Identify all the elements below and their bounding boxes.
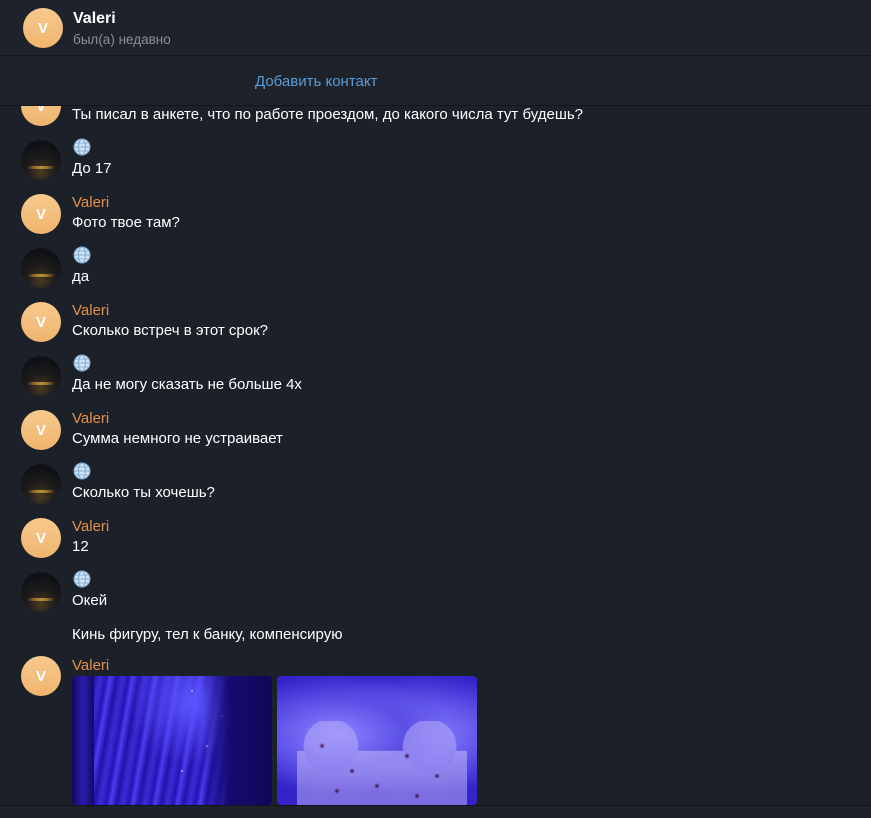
avatar[interactable] bbox=[21, 356, 61, 396]
message-text: Сколько ты хочешь? bbox=[72, 484, 215, 501]
message-text: 12 bbox=[72, 538, 89, 555]
avatar[interactable]: V bbox=[21, 194, 61, 234]
message-text: Ты писал в анкете, что по работе проездо… bbox=[72, 106, 584, 123]
sender-name[interactable]: Valeri bbox=[72, 194, 109, 211]
avatar[interactable]: V bbox=[21, 410, 61, 450]
avatar[interactable] bbox=[21, 248, 61, 288]
add-contact-bar: Добавить контакт bbox=[0, 56, 871, 106]
message-text: Сколько встреч в этот срок? bbox=[72, 322, 269, 339]
avatar[interactable] bbox=[21, 572, 61, 612]
avatar[interactable]: V bbox=[21, 302, 61, 342]
composer-bar bbox=[0, 805, 871, 818]
avatar[interactable]: V bbox=[23, 8, 63, 48]
globe-icon bbox=[73, 138, 91, 156]
message-text: Фото твое там? bbox=[72, 214, 180, 231]
sender-name[interactable]: Valeri bbox=[72, 302, 109, 319]
globe-icon bbox=[73, 570, 91, 588]
contact-status: был(а) недавно bbox=[73, 32, 171, 47]
sender-name[interactable]: Valeri bbox=[72, 657, 109, 674]
globe-icon bbox=[73, 354, 91, 372]
message-list: V Ты писал в анкете, что по работе проез… bbox=[0, 106, 871, 805]
message-text: Окей bbox=[72, 592, 108, 609]
avatar[interactable]: V bbox=[21, 106, 61, 126]
sender-name[interactable]: Valeri bbox=[72, 410, 109, 427]
message-text: да bbox=[72, 268, 90, 285]
add-contact-button[interactable]: Добавить контакт bbox=[255, 73, 377, 90]
globe-icon bbox=[73, 246, 91, 264]
photo-attachment[interactable] bbox=[277, 676, 477, 805]
avatar[interactable] bbox=[21, 140, 61, 180]
message-text: Да не могу сказать не больше 4х bbox=[72, 376, 302, 393]
contact-name[interactable]: Valeri bbox=[73, 10, 116, 28]
avatar[interactable]: V bbox=[21, 518, 61, 558]
sender-name[interactable]: Valeri bbox=[72, 518, 109, 535]
avatar[interactable]: V bbox=[21, 656, 61, 696]
message-text: До 17 bbox=[72, 160, 112, 177]
avatar[interactable] bbox=[21, 464, 61, 504]
photo-attachment[interactable] bbox=[72, 676, 272, 805]
globe-icon bbox=[73, 462, 91, 480]
message-text: Кинь фигуру, тел к банку, компенсирую bbox=[72, 626, 343, 643]
message-text: Сумма немного не устраивает bbox=[72, 430, 283, 447]
chat-header: V Valeri был(а) недавно bbox=[0, 0, 871, 56]
